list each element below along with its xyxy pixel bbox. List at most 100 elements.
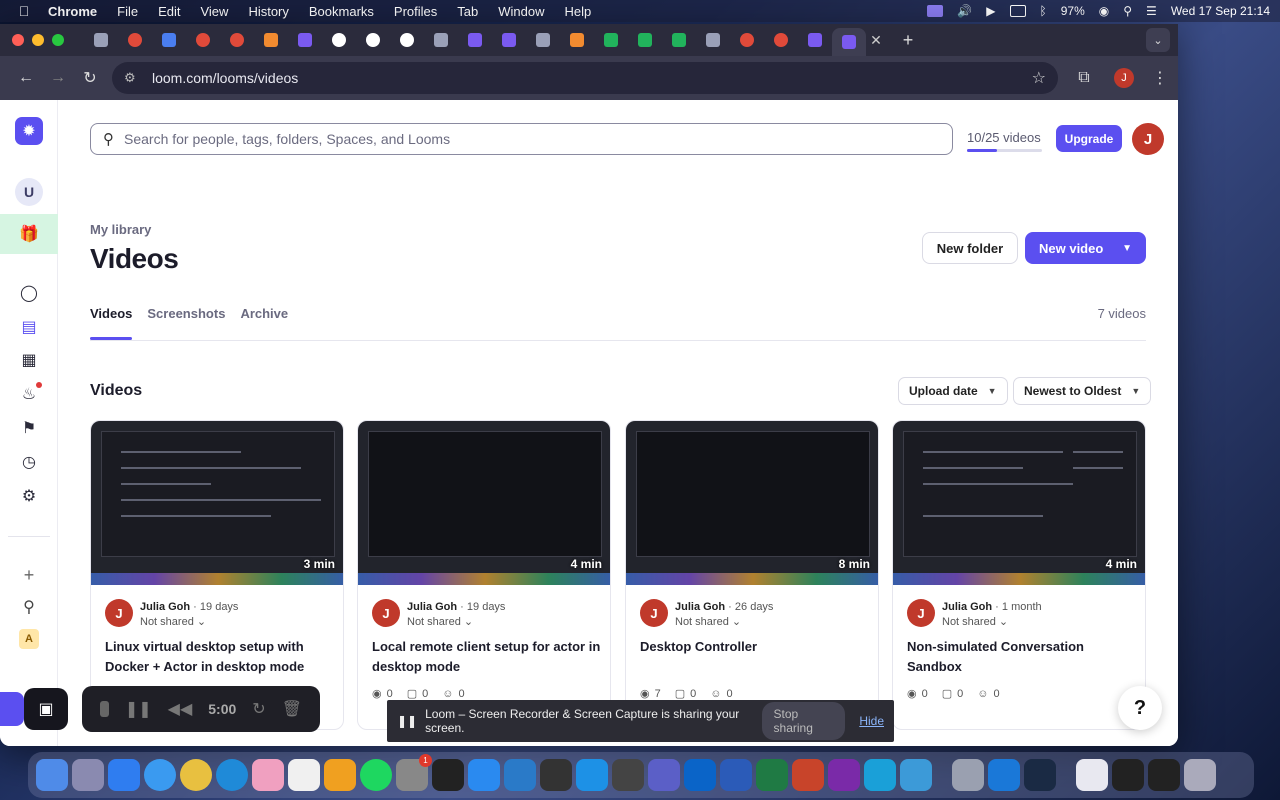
close-tab-icon[interactable]: ✕ <box>866 32 886 49</box>
browser-tab[interactable] <box>322 28 356 52</box>
terminal-icon[interactable] <box>432 759 464 791</box>
menu-profiles[interactable]: Profiles <box>384 4 447 19</box>
menu-edit[interactable]: Edit <box>148 4 190 19</box>
trash-icon[interactable]: 🗑 <box>282 699 302 719</box>
settings-gear-icon[interactable]: ⚙ <box>15 482 43 510</box>
gift-icon[interactable]: 🎁 <box>0 214 58 254</box>
calendar-icon[interactable]: ▦ <box>15 346 43 374</box>
launchpad-icon[interactable] <box>72 759 104 791</box>
spotlight-icon[interactable]: ⚲ <box>1123 4 1132 18</box>
menu-bookmarks[interactable]: Bookmarks <box>299 4 384 19</box>
browser-tab[interactable] <box>628 28 662 52</box>
breadcrumb[interactable]: My library <box>90 222 151 237</box>
site-settings-icon[interactable]: ⚙ <box>124 70 142 86</box>
rewind-icon[interactable]: ◀◀ <box>168 699 193 719</box>
bookmark-icon[interactable]: ⚑ <box>15 414 43 442</box>
video-title[interactable]: Desktop Controller <box>640 637 870 657</box>
workspace-avatar[interactable]: U <box>15 178 43 206</box>
author-name[interactable]: Julia Goh <box>675 601 725 613</box>
trash-icon[interactable] <box>1184 759 1216 791</box>
url-text[interactable]: loom.com/looms/videos <box>152 70 298 86</box>
wifi-icon[interactable]: ◉ <box>1099 4 1109 18</box>
browser-tab[interactable] <box>424 28 458 52</box>
browser-tab[interactable] <box>662 28 696 52</box>
unity-icon[interactable] <box>612 759 644 791</box>
hide-banner-link[interactable]: Hide <box>859 714 884 728</box>
video-card[interactable]: 8 min J Julia Goh · 26 days Not shared ⌄… <box>625 420 879 730</box>
minimize-window-button[interactable] <box>32 34 44 46</box>
stop-recording-button[interactable] <box>100 701 109 717</box>
recorder-bubble-edge[interactable] <box>0 692 24 726</box>
bookmark-star-icon[interactable]: ☆ <box>1032 68 1046 88</box>
system-settings-icon[interactable]: 1 <box>396 754 432 791</box>
browser-tab[interactable] <box>288 28 322 52</box>
video-title[interactable]: Local remote client setup for actor in d… <box>372 637 602 677</box>
add-icon[interactable]: + <box>15 561 43 589</box>
onenote-icon[interactable] <box>828 759 860 791</box>
search-icon[interactable]: ⚲ <box>15 593 43 621</box>
video-card[interactable]: 4 min J Julia Goh · 1 month Not shared ⌄… <box>892 420 1146 730</box>
outlook-icon[interactable] <box>684 759 716 791</box>
app-store-icon[interactable] <box>108 759 140 791</box>
browser-tab[interactable] <box>594 28 628 52</box>
browser-tab[interactable] <box>696 28 730 52</box>
word-icon[interactable] <box>720 759 752 791</box>
author-name[interactable]: Julia Goh <box>407 601 457 613</box>
restart-icon[interactable]: ↻ <box>252 699 265 719</box>
input-source-icon[interactable] <box>1009 5 1026 17</box>
new-video-button[interactable]: New video ▼ <box>1025 232 1146 264</box>
loom-logo-icon[interactable]: ✹ <box>15 117 43 145</box>
library-icon[interactable]: ▤ <box>15 313 43 341</box>
clock[interactable]: Wed 17 Sep 21:14 <box>1171 4 1270 18</box>
remote-desktop-icon[interactable] <box>864 759 896 791</box>
camera-toggle-icon[interactable]: ▣ <box>24 688 68 730</box>
browser-tab[interactable] <box>186 28 220 52</box>
upgrade-button[interactable]: Upgrade <box>1056 125 1122 152</box>
spotify-icon[interactable] <box>360 759 392 791</box>
author-name[interactable]: Julia Goh <box>942 601 992 613</box>
sharing-dropdown[interactable]: Not shared ⌄ <box>942 615 1008 628</box>
notes-icon[interactable] <box>288 759 320 791</box>
cursor-app-icon[interactable] <box>540 759 572 791</box>
address-bar[interactable]: ⚙ loom.com/looms/videos ☆ <box>112 62 1058 94</box>
play-icon[interactable]: ▶ <box>986 4 995 18</box>
menu-view[interactable]: View <box>190 4 238 19</box>
tab-archive[interactable]: Archive <box>240 306 288 321</box>
video-thumbnail[interactable]: 4 min <box>358 421 610 585</box>
sort-order-dropdown[interactable]: Newest to Oldest ▼ <box>1013 377 1152 405</box>
browser-tab[interactable] <box>220 28 254 52</box>
help-button[interactable]: ? <box>1118 686 1162 730</box>
volume-icon[interactable]: 🔊 <box>957 4 972 18</box>
powerpoint-icon[interactable] <box>792 759 824 791</box>
video-quota-text[interactable]: 10/25 videos <box>967 130 1041 145</box>
screen-record-status-icon[interactable] <box>927 5 944 17</box>
browser-tab[interactable] <box>118 28 152 52</box>
user-avatar[interactable]: J <box>1132 123 1164 155</box>
browser-tab[interactable] <box>560 28 594 52</box>
bluetooth-icon[interactable]: ᛒ <box>1040 4 1047 18</box>
search-input[interactable] <box>124 131 904 147</box>
browser-tab[interactable] <box>254 28 288 52</box>
browser-tab[interactable] <box>152 28 186 52</box>
new-folder-button[interactable]: New folder <box>922 232 1018 264</box>
workspace-badge[interactable]: A <box>19 629 39 649</box>
video-thumbnail[interactable]: 3 min <box>91 421 343 585</box>
tab-videos[interactable]: Videos <box>90 306 132 321</box>
edge-icon[interactable] <box>216 759 248 791</box>
menu-file[interactable]: File <box>107 4 148 19</box>
author-name[interactable]: Julia Goh <box>140 601 190 613</box>
back-icon[interactable]: ← <box>10 69 42 87</box>
reload-icon[interactable]: ↻ <box>74 68 106 88</box>
steam-icon[interactable] <box>1024 759 1056 791</box>
excel-icon[interactable] <box>756 759 788 791</box>
search-bar[interactable]: ⚲ <box>90 123 953 155</box>
active-browser-tab[interactable] <box>832 28 866 56</box>
browser-tab[interactable] <box>798 28 832 52</box>
history-clock-icon[interactable]: ◷ <box>15 448 43 476</box>
sharing-dropdown[interactable]: Not shared ⌄ <box>140 615 206 628</box>
video-card[interactable]: 3 min J Julia Goh · 19 days Not shared ⌄… <box>90 420 344 730</box>
browser-tab[interactable] <box>764 28 798 52</box>
teams-icon[interactable] <box>648 759 680 791</box>
pages-icon[interactable] <box>324 759 356 791</box>
sharing-dropdown[interactable]: Not shared ⌄ <box>675 615 741 628</box>
